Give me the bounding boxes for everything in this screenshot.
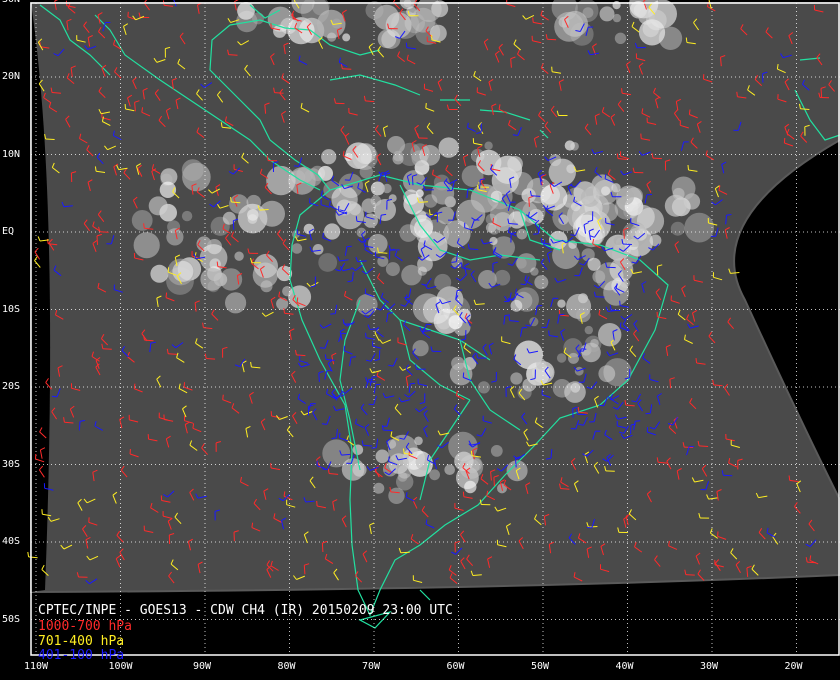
lat-label: 30N bbox=[2, 0, 20, 5]
lon-label: 30W bbox=[700, 661, 719, 672]
legend-mid-level: 701-400 hPa bbox=[38, 634, 125, 649]
satellite-wind-map bbox=[0, 0, 840, 680]
lon-label: 90W bbox=[193, 661, 212, 672]
lat-label: EQ bbox=[2, 226, 15, 237]
lon-label: 110W bbox=[24, 661, 49, 672]
lat-label: 40S bbox=[2, 536, 21, 547]
lat-label: 10N bbox=[2, 148, 21, 160]
lon-label: 20W bbox=[784, 661, 803, 672]
product-title: CPTEC/INPE - GOES13 - CDW CH4 (IR) 20150… bbox=[38, 603, 453, 618]
lat-label: 50S bbox=[2, 613, 21, 625]
lon-label: 60W bbox=[446, 661, 465, 672]
lon-label: 100W bbox=[108, 661, 133, 672]
lon-label: 40W bbox=[615, 661, 634, 672]
legend-low-level: 1000-700 hPa bbox=[38, 619, 132, 634]
legend-high-level: 401-100 hPa bbox=[38, 648, 125, 663]
lat-label: 30S bbox=[2, 458, 21, 470]
lat-label: 20S bbox=[2, 381, 21, 392]
lat-label: 10S bbox=[2, 303, 21, 315]
lon-label: 80W bbox=[277, 661, 296, 672]
lat-label: 20N bbox=[2, 71, 21, 82]
lon-label: 70W bbox=[362, 661, 381, 672]
lon-label: 50W bbox=[531, 661, 550, 672]
